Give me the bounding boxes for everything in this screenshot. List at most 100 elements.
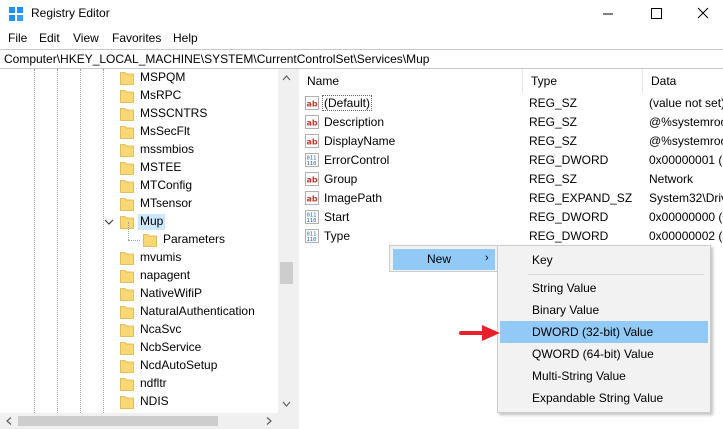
string-value-icon: ab (305, 191, 319, 205)
submenu-item-label: Key (532, 253, 553, 267)
tree-item[interactable]: NativeWifiP (0, 285, 280, 303)
tree-item[interactable]: MSPQM (0, 69, 280, 87)
string-value-icon: ab (305, 172, 319, 186)
tree-item-label: MTConfig (140, 178, 193, 192)
tree-guide-line (128, 240, 140, 241)
folder-icon (120, 108, 134, 121)
tree-item-label: MsRPC (140, 88, 182, 102)
scroll-down-icon[interactable] (278, 397, 295, 411)
value-row[interactable]: ab Group REG_SZ Network (299, 170, 723, 189)
column-header-data[interactable]: Data (643, 69, 723, 93)
tree-item-label: Parameters (163, 232, 226, 246)
submenu-item[interactable]: Binary Value (500, 299, 708, 321)
menu-help[interactable]: Help (173, 31, 198, 45)
svg-text:110: 110 (307, 237, 317, 243)
tree-item-label: NcaSvc (140, 322, 182, 336)
tree-item[interactable]: Parameters (0, 222, 280, 249)
menu-favorites[interactable]: Favorites (112, 31, 161, 45)
tree-item[interactable]: NaturalAuthentication (0, 303, 280, 321)
value-row[interactable]: 011110 Start REG_DWORD 0x00000000 (0) (299, 208, 723, 227)
tree-item-label: MSSCNTRS (140, 106, 208, 120)
value-row[interactable]: ab DisplayName REG_SZ @%systemroot (299, 132, 723, 151)
value-name: Type (324, 229, 351, 243)
tree-item[interactable]: napagent (0, 267, 280, 285)
tree-item[interactable]: MTsensor (0, 195, 280, 213)
value-type: REG_DWORD (529, 153, 609, 167)
key-tree-pane[interactable]: MSPQM MsRPC MSSCNTRS MsSecFlt mssmbios MSTEE M… (0, 69, 297, 429)
tree-item[interactable]: MTConfig (0, 177, 280, 195)
submenu-item-label: DWORD (32-bit) Value (532, 325, 654, 339)
folder-icon (120, 126, 134, 139)
menu-view[interactable]: View (73, 31, 99, 45)
value-name: Start (324, 210, 350, 224)
value-data: (value not set) (649, 96, 723, 110)
tree-item[interactable]: NcaSvc (0, 321, 280, 339)
value-row[interactable]: 011110 ErrorControl REG_DWORD 0x00000001 (1… (299, 151, 723, 170)
maximize-icon (651, 8, 662, 19)
registry-app-icon (9, 7, 23, 21)
tree-item[interactable]: NcbService (0, 339, 280, 357)
svg-text:ab: ab (307, 176, 318, 185)
maximize-button[interactable] (633, 0, 679, 28)
tree-scroll-thumb[interactable] (280, 262, 293, 284)
chevron-down-icon[interactable] (104, 217, 114, 227)
address-bar[interactable]: Computer\HKEY_LOCAL_MACHINE\SYSTEM\Curre… (0, 49, 723, 69)
value-type: REG_DWORD (529, 229, 609, 243)
binary-value-icon: 011110 (305, 153, 319, 167)
scroll-left-icon[interactable] (2, 413, 16, 429)
tree-item-label: MSTEE (140, 160, 182, 174)
value-name: Group (324, 172, 358, 186)
value-data: System32\Drive (649, 191, 723, 205)
tree-item[interactable]: NcdAutoSetup (0, 357, 280, 375)
folder-icon (120, 324, 134, 337)
title-bar[interactable]: Registry Editor (0, 0, 723, 28)
tree-item-label: NDIS (140, 394, 169, 408)
submenu-item[interactable]: DWORD (32-bit) Value (500, 321, 708, 343)
address-path[interactable]: Computer\HKEY_LOCAL_MACHINE\SYSTEM\Curre… (4, 52, 429, 66)
tree-item[interactable]: mssmbios (0, 141, 280, 159)
menu-item-new[interactable]: New › (393, 249, 495, 270)
value-row[interactable]: ab (Default) REG_SZ (value not set) (299, 94, 723, 113)
scroll-right-icon[interactable] (262, 413, 276, 429)
tree-horizontal-scrollbar[interactable] (0, 413, 295, 429)
tree-item-label: Mup (138, 214, 166, 230)
value-row[interactable]: ab ImagePath REG_EXPAND_SZ System32\Drive (299, 189, 723, 208)
tree-item[interactable]: MsSecFlt (0, 123, 280, 141)
tree-item[interactable]: MSSCNTRS (0, 105, 280, 123)
folder-icon (120, 360, 134, 373)
tree-item-label: MsSecFlt (140, 124, 191, 138)
tree-vertical-scrollbar[interactable] (278, 69, 295, 413)
value-row[interactable]: ab Description REG_SZ @%systemroot (299, 113, 723, 132)
submenu-item[interactable]: Key (500, 249, 708, 271)
tree-item[interactable]: MsRPC (0, 87, 280, 105)
folder-icon (120, 216, 134, 229)
folder-icon (120, 198, 134, 211)
value-name: DisplayName (324, 134, 396, 148)
minimize-button[interactable] (585, 0, 631, 28)
folder-icon (120, 288, 134, 301)
submenu-item-label: Binary Value (532, 303, 600, 317)
menu-file[interactable]: File (8, 31, 27, 45)
submenu-item[interactable]: Expandable String Value (500, 387, 708, 409)
tree-item[interactable]: NDIS (0, 393, 280, 411)
tree-item-label: ndfltr (140, 376, 167, 390)
tree-item[interactable]: MSTEE (0, 159, 280, 177)
column-header-name[interactable]: Name (299, 69, 523, 93)
value-data: 0x00000002 (2) (649, 229, 723, 243)
value-row[interactable]: 011110 Type REG_DWORD 0x00000002 (2) (299, 227, 723, 246)
submenu-item[interactable]: QWORD (64-bit) Value (500, 343, 708, 365)
tree-hscroll-thumb[interactable] (18, 416, 218, 426)
tree-item[interactable]: mvumis (0, 249, 280, 267)
submenu-item[interactable]: Multi-String Value (500, 365, 708, 387)
tree-item[interactable]: ndfltr (0, 375, 280, 393)
tree-item-label: MTsensor (140, 196, 193, 210)
folder-icon (120, 306, 134, 319)
scroll-up-icon[interactable] (278, 71, 295, 85)
svg-text:ab: ab (307, 119, 318, 128)
submenu-item[interactable]: String Value (500, 277, 708, 299)
folder-icon (120, 144, 134, 157)
menu-edit[interactable]: Edit (39, 31, 60, 45)
close-button[interactable] (680, 0, 723, 28)
column-header-type[interactable]: Type (523, 69, 643, 93)
tree-item[interactable]: Mup (0, 213, 280, 231)
